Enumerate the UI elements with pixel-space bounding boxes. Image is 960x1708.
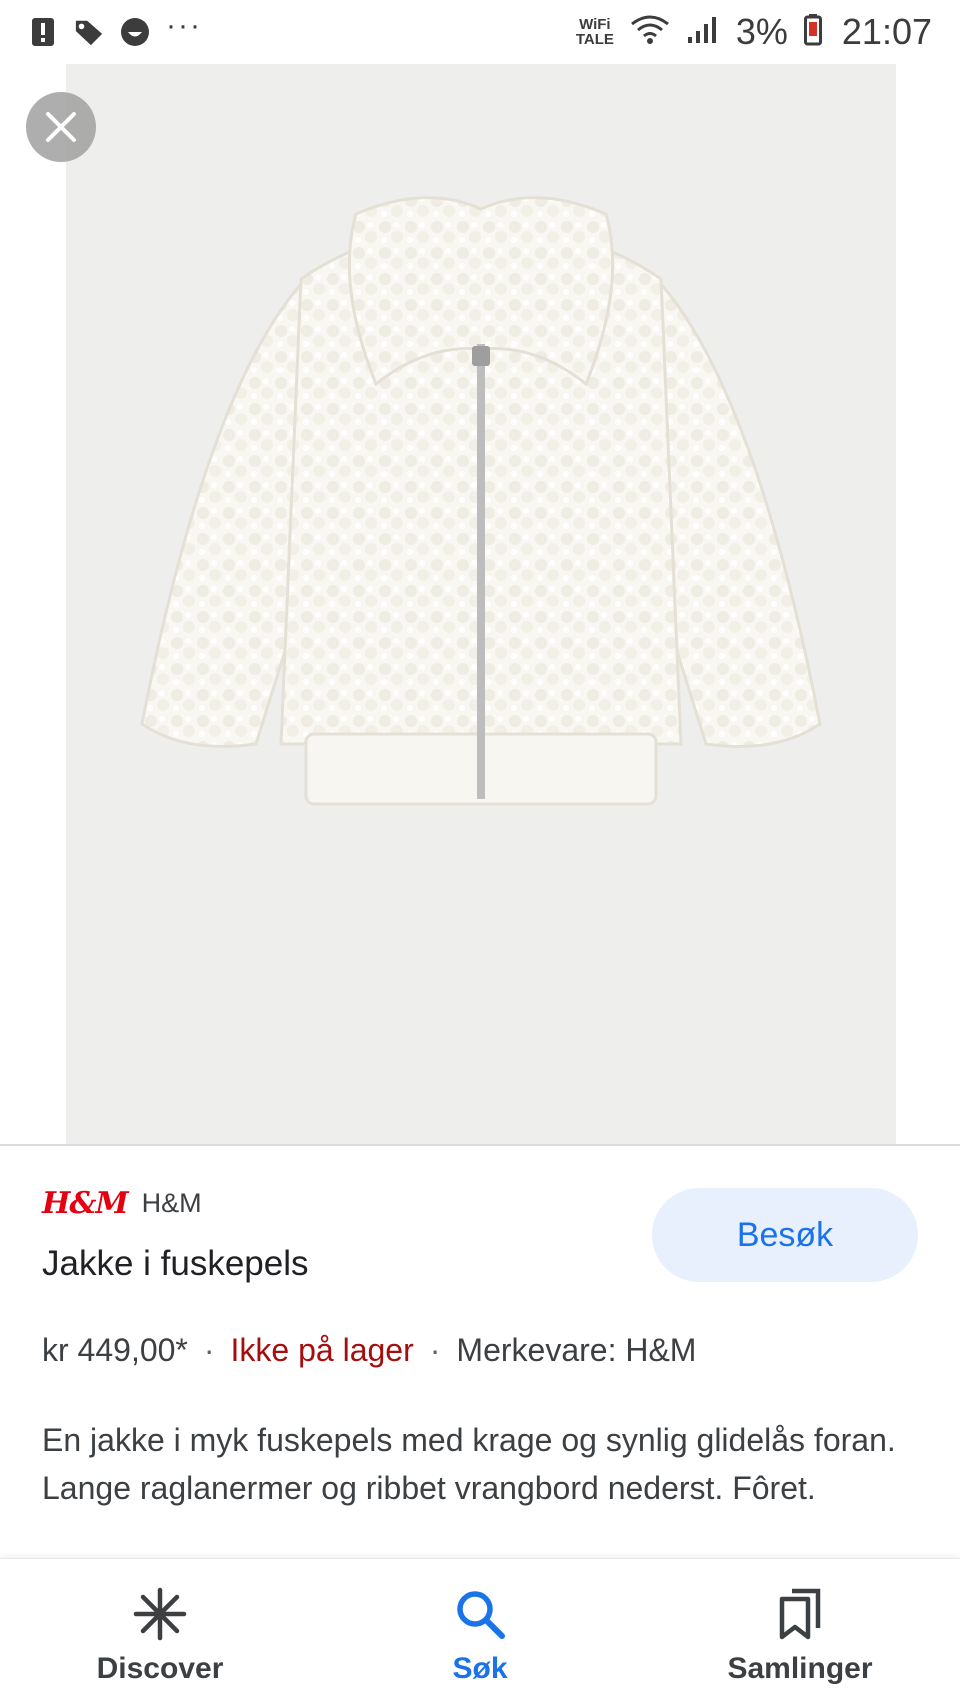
nav-discover[interactable]: Discover <box>30 1582 290 1686</box>
nav-label-search: Søk <box>452 1651 508 1685</box>
wifi-icon <box>630 14 670 51</box>
nav-label-collections: Samlinger <box>727 1651 873 1685</box>
product-description: En jakke i myk fuskepels med krage og sy… <box>42 1422 896 1506</box>
price: kr 449,00* <box>42 1332 188 1368</box>
product-image[interactable] <box>66 64 896 1144</box>
nav-collections[interactable]: Samlinger <box>670 1582 930 1686</box>
battery-icon <box>803 13 822 51</box>
product-meta: kr 449,00* · Ikke på lager · Merkevare: … <box>42 1332 696 1369</box>
wifi-line1: WiFi <box>579 16 611 33</box>
status-left: ··· <box>28 11 202 47</box>
meta-separator: · <box>429 1332 441 1368</box>
status-bar: ··· WiFi TALE 3% 21:07 <box>0 0 960 64</box>
bottom-nav: Discover Søk Samlinger <box>0 1558 960 1708</box>
nav-search[interactable]: Søk <box>350 1582 610 1686</box>
brand-row[interactable]: H&M H&M <box>42 1186 202 1221</box>
close-icon <box>46 112 76 142</box>
visit-button[interactable]: Besøk <box>652 1188 918 1282</box>
tag-icon <box>74 17 104 47</box>
more-notifications: ··· <box>166 9 202 42</box>
signal-icon <box>686 15 720 50</box>
nav-label-discover: Discover <box>96 1651 224 1685</box>
asterisk-icon <box>128 1582 192 1646</box>
battery-percent: 3% <box>735 11 788 52</box>
brand-logo: H&M <box>42 1186 129 1221</box>
jacket-illustration <box>140 196 822 806</box>
collections-icon <box>768 1582 832 1646</box>
brand-meta: Merkevare: H&M <box>456 1332 697 1368</box>
smiley-icon <box>120 17 150 47</box>
wifi-line2: TALE <box>575 31 614 48</box>
search-icon <box>448 1582 512 1646</box>
wifi-tale-label: WiFi TALE <box>576 17 614 47</box>
status-right: WiFi TALE 3% 21:07 <box>576 11 932 53</box>
stock-status: Ikke på lager <box>230 1332 414 1368</box>
divider <box>0 1144 960 1146</box>
meta-separator: · <box>203 1332 215 1368</box>
alert-icon <box>28 17 58 47</box>
close-button[interactable] <box>26 92 96 162</box>
clock: 21:07 <box>841 11 932 52</box>
brand-name: H&M <box>141 1188 202 1218</box>
product-title: Jakke i fuskepels <box>42 1244 309 1283</box>
